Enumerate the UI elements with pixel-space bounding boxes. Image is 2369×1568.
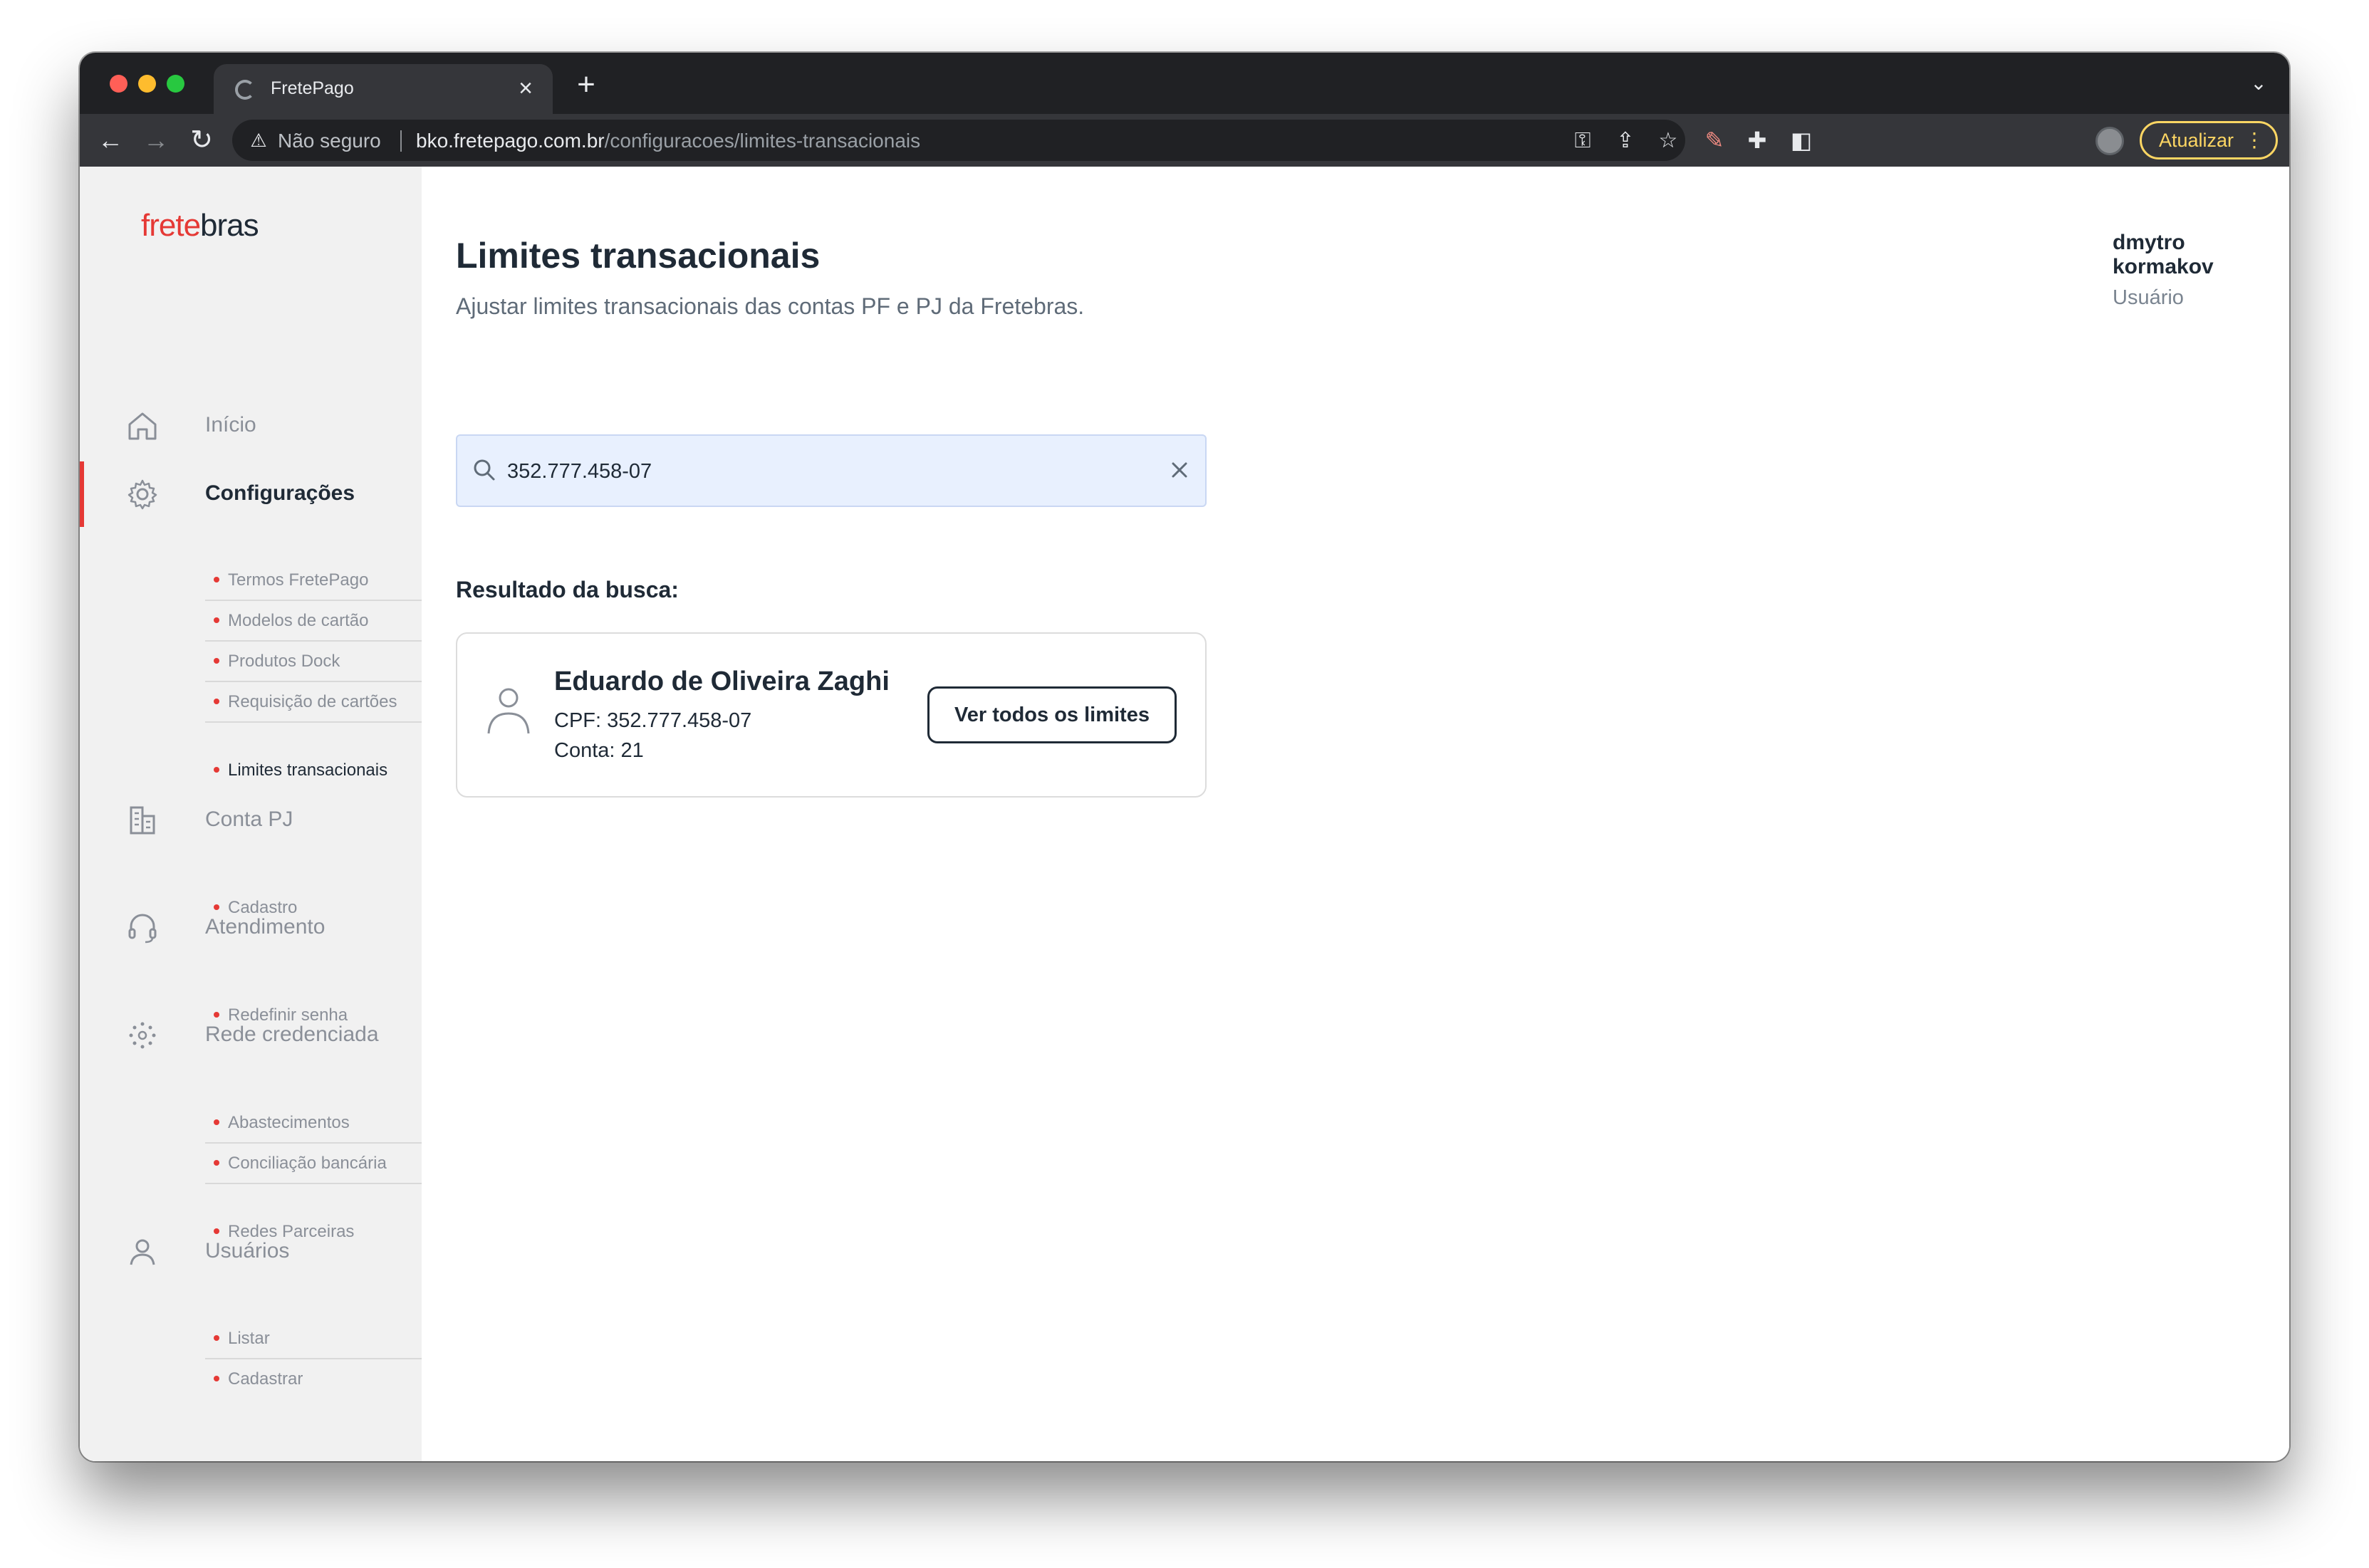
bullet (214, 1375, 219, 1381)
network-icon (129, 1022, 156, 1049)
nav-label-conta-pj: Conta PJ (205, 807, 293, 831)
key-icon[interactable]: ⚿ (1568, 127, 1597, 155)
search-box[interactable] (456, 434, 1207, 507)
back-icon[interactable]: ← (93, 122, 128, 158)
nav-label-inicio: Início (205, 413, 256, 437)
url-host: bko.fretepago.com.br (416, 130, 605, 152)
nav-conta-pj[interactable]: Conta PJ (80, 792, 422, 849)
close-window-button[interactable] (110, 75, 127, 93)
close-tab-icon[interactable]: × (511, 74, 540, 103)
bullet (214, 576, 219, 582)
person-name: Eduardo de Oliveira Zaghi (554, 667, 890, 696)
sub-item-label: Limites transacionais (228, 761, 388, 780)
nav-label-configuracoes: Configurações (205, 481, 355, 505)
url-text[interactable]: bko.fretepago.com.br/configuracoes/limit… (416, 130, 920, 152)
result-heading: Resultado da busca: (456, 577, 679, 602)
sub-item-modelos[interactable]: Modelos de cartão (205, 607, 422, 642)
minimize-window-button[interactable] (138, 75, 156, 93)
sub-item-conciliacao[interactable]: Conciliação bancária (205, 1150, 422, 1184)
sidebar: fretebras Início Configurações Termos Fr… (80, 167, 422, 1461)
sub-item-label: Listar (228, 1329, 270, 1348)
user-name: dmytro kormakov (2113, 231, 2214, 278)
user-menu[interactable]: dmytro kormakov Usuário (2113, 231, 2289, 310)
nav-configuracoes[interactable]: Configurações (80, 461, 422, 527)
logo-part-2: bras (200, 208, 259, 243)
sub-item-label: Requisição de cartões (228, 692, 397, 711)
logo-part-1: frete (141, 208, 201, 243)
search-icon (474, 459, 495, 481)
maximize-window-button[interactable] (167, 75, 184, 93)
main-content: Limites transacionais Ajustar limites tr… (422, 167, 2289, 1461)
address-divider (400, 130, 402, 152)
nav-atendimento[interactable]: Atendimento (80, 899, 422, 956)
warning-icon[interactable]: ⚠ (248, 130, 269, 151)
sub-item-label: Modelos de cartão (228, 611, 369, 630)
user-icon (130, 1239, 155, 1265)
tab-search-chevron-icon[interactable]: ⌄ (2244, 68, 2274, 98)
bullet (214, 766, 219, 773)
url-path: /configuracoes/limites-transacionais (604, 130, 921, 152)
bullet (214, 1119, 219, 1125)
browser-window: FretePago × + ⌄ ← → ↻ ⚠ Não seguro bko.f… (80, 53, 2289, 1461)
nav-label-usuarios: Usuários (205, 1239, 290, 1263)
bullet (214, 617, 219, 623)
bullet (214, 1159, 219, 1166)
clear-icon[interactable] (1165, 456, 1194, 484)
sub-item-listar[interactable]: Listar (205, 1325, 422, 1359)
browser-tab[interactable]: FretePago × (214, 64, 553, 114)
pen-extension-icon[interactable]: ✎ (1697, 122, 1732, 158)
fretebras-logo[interactable]: fretebras (141, 208, 259, 244)
sub-item-label: Produtos Dock (228, 652, 340, 671)
share-icon[interactable]: ⇪ (1611, 127, 1640, 155)
loading-icon (235, 80, 255, 100)
page-subtitle: Ajustar limites transacionais das contas… (456, 293, 1085, 319)
search-input[interactable] (507, 457, 1134, 486)
person-conta: Conta: 21 (554, 739, 644, 762)
more-vert-icon[interactable]: ⋮ (2244, 123, 2264, 157)
extensions-icon[interactable]: ✚ (1739, 122, 1775, 158)
headset-icon (128, 914, 157, 944)
gear-icon (127, 479, 157, 510)
sub-item-requisicao[interactable]: Requisição de cartões (205, 689, 422, 723)
nav-label-rede-credenciada: Rede credenciada (205, 1023, 379, 1046)
sub-item-termos[interactable]: Termos FretePago (205, 567, 422, 601)
building-icon (130, 806, 155, 835)
update-button[interactable]: Atualizar ⋮ (2140, 121, 2278, 160)
result-card: Eduardo de Oliveira Zaghi CPF: 352.777.4… (456, 632, 1207, 798)
star-icon[interactable]: ☆ (1654, 127, 1682, 155)
user-role: Usuário (2113, 286, 2184, 309)
profile-avatar[interactable] (2095, 127, 2124, 155)
security-label[interactable]: Não seguro (278, 130, 381, 152)
person-icon (487, 688, 530, 734)
person-cpf: CPF: 352.777.458-07 (554, 709, 752, 732)
bullet (214, 1334, 219, 1341)
bullet (214, 698, 219, 704)
tab-bar: FretePago × + ⌄ (80, 53, 2289, 114)
view-all-limits-button[interactable]: Ver todos os limites (927, 686, 1177, 743)
nav-rede-credenciada[interactable]: Rede credenciada (80, 1007, 422, 1064)
page-title: Limites transacionais (456, 236, 821, 276)
bullet (214, 657, 219, 664)
nav-usuarios[interactable]: Usuários (80, 1223, 422, 1280)
sub-item-limites[interactable]: Limites transacionais (205, 757, 422, 790)
address-bar[interactable]: ⚠ Não seguro bko.fretepago.com.br/config… (232, 120, 1685, 161)
sidepanel-icon[interactable]: ◧ (1784, 122, 1819, 158)
tab-title: FretePago (271, 78, 354, 98)
reload-icon[interactable]: ↻ (184, 122, 219, 158)
sub-item-label: Abastecimentos (228, 1113, 350, 1132)
sub-item-produtos[interactable]: Produtos Dock (205, 648, 422, 682)
sub-item-label: Termos FretePago (228, 570, 369, 590)
sub-item-abastecimentos[interactable]: Abastecimentos (205, 1109, 422, 1144)
new-tab-button[interactable]: + (570, 69, 603, 103)
forward-icon[interactable]: → (138, 122, 174, 158)
update-label: Atualizar (2159, 130, 2234, 151)
nav-label-atendimento: Atendimento (205, 915, 326, 939)
home-icon (128, 412, 157, 440)
nav-inicio[interactable]: Início (80, 397, 422, 454)
sub-item-label: Cadastrar (228, 1369, 303, 1389)
sub-item-label: Conciliação bancária (228, 1154, 387, 1173)
sub-item-cadastrar[interactable]: Cadastrar (205, 1366, 422, 1399)
browser-toolbar: ← → ↻ ⚠ Não seguro bko.fretepago.com.br/… (80, 114, 2289, 167)
app-content: fretebras Início Configurações Termos Fr… (80, 167, 2289, 1461)
